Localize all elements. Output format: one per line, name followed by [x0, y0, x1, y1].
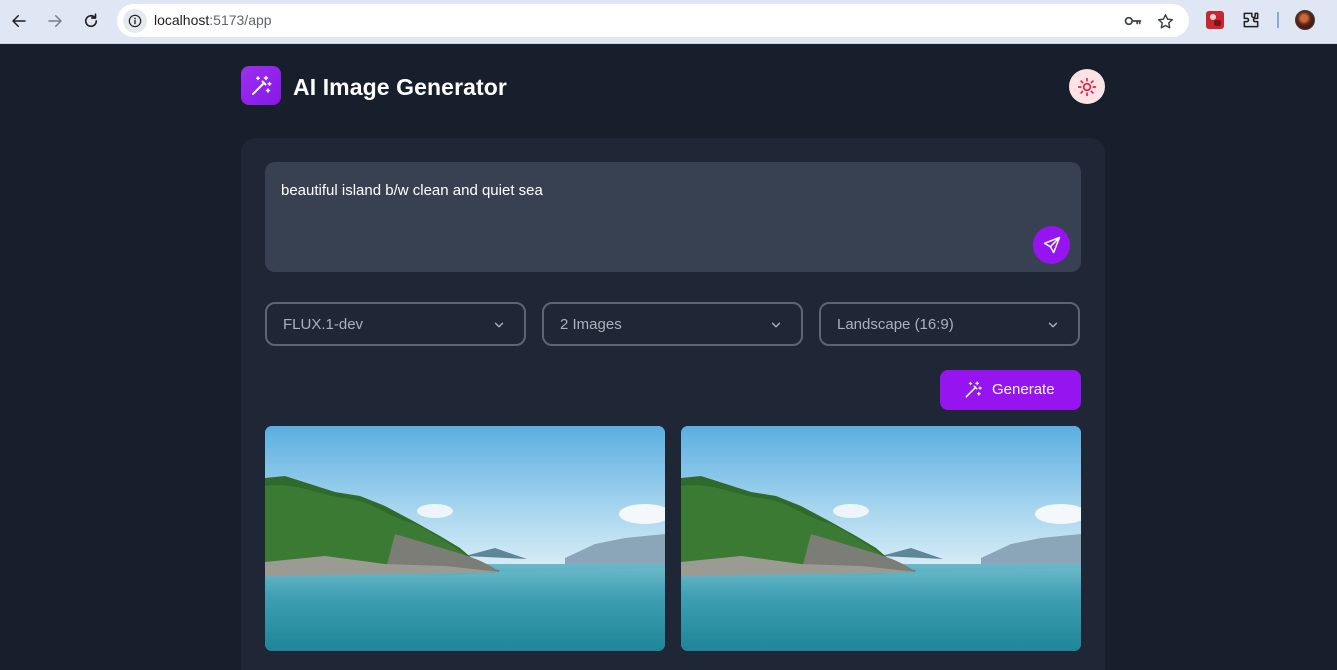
image-count-select[interactable]: 2 Images: [542, 302, 803, 346]
extensions-puzzle-icon: [1243, 12, 1259, 28]
app-logo: [241, 66, 281, 105]
address-bar[interactable]: localhost:5173/app: [117, 4, 1189, 37]
forward-icon: [48, 15, 62, 27]
generate-button-label: Generate: [992, 381, 1055, 398]
app-title: AI Image Generator: [293, 74, 507, 100]
generated-image-1[interactable]: [265, 426, 665, 651]
send-icon: [1043, 236, 1060, 254]
password-key-icon: [1124, 16, 1142, 26]
url-text[interactable]: localhost:5173/app: [154, 12, 272, 28]
prompt-input[interactable]: beautiful island b/w clean and quiet sea: [265, 162, 1081, 272]
browser-toolbar: localhost:5173/app: [0, 0, 1337, 44]
extension-button[interactable]: [1205, 10, 1225, 30]
theme-toggle-button[interactable]: [1069, 69, 1105, 104]
forward-button[interactable]: [40, 6, 70, 36]
chevron-down-icon: [769, 318, 783, 332]
prompt-text[interactable]: beautiful island b/w clean and quiet sea: [281, 182, 543, 199]
reload-button[interactable]: [76, 6, 106, 36]
password-key-button[interactable]: [1123, 11, 1143, 31]
magic-wand-icon: [252, 75, 272, 95]
site-info-icon: [128, 14, 142, 28]
magic-wand-icon: [963, 380, 983, 400]
bookmark-star-icon: [1157, 13, 1173, 28]
generated-image-2[interactable]: [681, 426, 1081, 651]
bookmark-button[interactable]: [1155, 11, 1175, 31]
back-button[interactable]: [4, 6, 34, 36]
island-landscape-image: [265, 426, 665, 651]
url-host: localhost: [154, 12, 210, 28]
image-count-select-value: 2 Images: [560, 316, 622, 333]
url-path: :5173/app: [209, 12, 272, 28]
island-landscape-image: [681, 426, 1081, 651]
aspect-ratio-select-value: Landscape (16:9): [837, 316, 954, 333]
toolbar-divider: [1277, 12, 1279, 28]
reload-icon: [84, 13, 98, 28]
profile-avatar[interactable]: [1295, 10, 1315, 30]
extensions-menu-button[interactable]: [1241, 10, 1261, 30]
aspect-ratio-select[interactable]: Landscape (16:9): [819, 302, 1080, 346]
back-icon: [12, 15, 26, 27]
send-prompt-button[interactable]: [1033, 226, 1070, 264]
model-select[interactable]: FLUX.1-dev: [265, 302, 526, 346]
sun-icon: [1077, 77, 1097, 96]
model-select-value: FLUX.1-dev: [283, 316, 364, 333]
chevron-down-icon: [492, 318, 506, 332]
extension-icon: [1206, 11, 1224, 29]
site-info-button[interactable]: [123, 9, 147, 33]
chevron-down-icon: [1046, 318, 1060, 332]
generate-button[interactable]: Generate: [940, 370, 1081, 410]
